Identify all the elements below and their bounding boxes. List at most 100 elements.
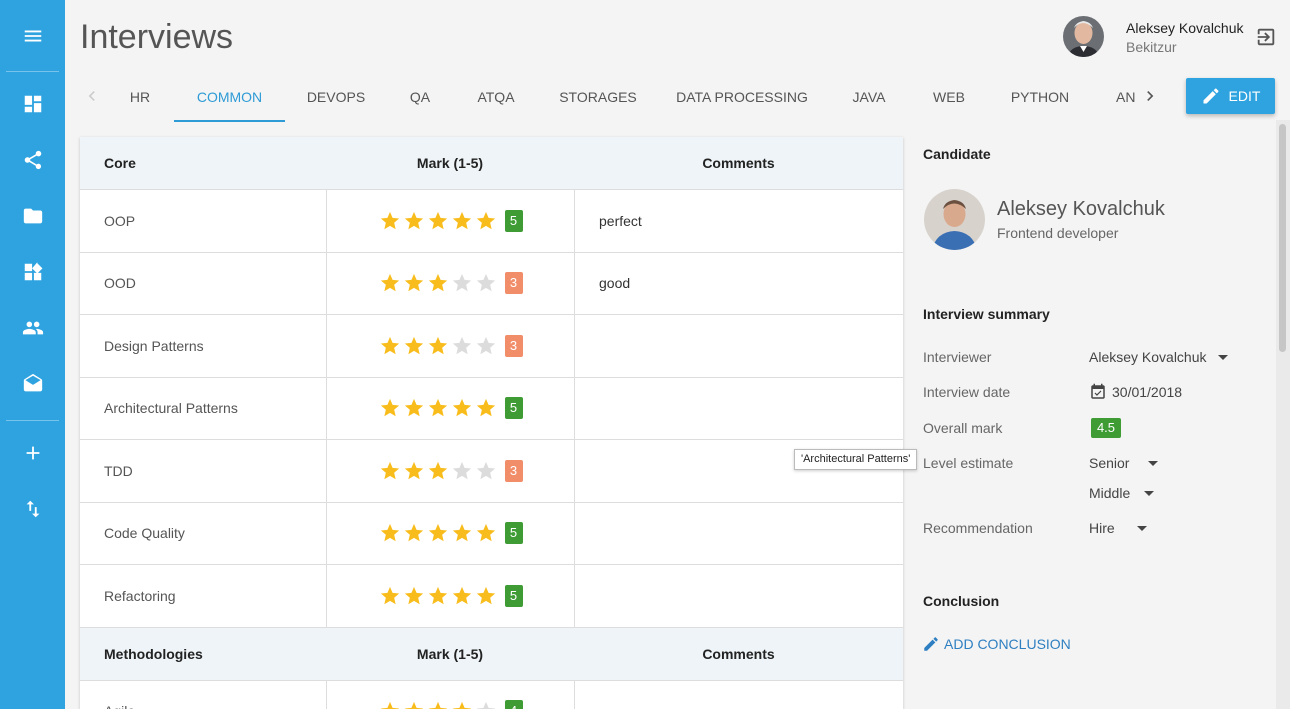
star-filled-icon[interactable] (427, 460, 449, 482)
interview-date-value: 30/01/2018 (1112, 384, 1183, 400)
star-filled-icon[interactable] (451, 397, 473, 419)
interviewer-select[interactable]: Aleksey Kovalchuk (1089, 349, 1228, 365)
tab-web[interactable]: WEB (928, 76, 970, 122)
tabs-scroll-right-icon[interactable] (1140, 86, 1160, 110)
add-conclusion-button[interactable]: ADD CONCLUSION (922, 635, 1071, 653)
star-filled-icon[interactable] (379, 522, 401, 544)
chevron-down-icon[interactable] (1148, 460, 1159, 466)
star-filled-icon[interactable] (403, 522, 425, 544)
scrollbar[interactable] (1276, 120, 1290, 709)
people-icon[interactable] (0, 308, 65, 348)
comment-cell[interactable] (574, 315, 903, 377)
interviewer-label: Interviewer (923, 349, 992, 365)
scrollbar-thumb[interactable] (1279, 124, 1286, 352)
star-filled-icon[interactable] (427, 210, 449, 232)
comment-cell[interactable] (574, 502, 903, 564)
tab-java[interactable]: JAVA (846, 76, 892, 122)
edit-button[interactable]: EDIT (1186, 78, 1275, 114)
menu-icon[interactable] (0, 16, 65, 56)
comment-cell[interactable]: good (574, 252, 903, 314)
star-filled-icon[interactable] (427, 585, 449, 607)
star-filled-icon[interactable] (451, 700, 473, 709)
star-empty-icon[interactable] (451, 335, 473, 357)
star-rating[interactable]: 3 (379, 459, 523, 482)
tab-devops[interactable]: DEVOPS (300, 76, 372, 122)
add-icon[interactable] (0, 433, 65, 473)
candidate-avatar[interactable] (924, 189, 985, 250)
tab-an[interactable]: AN (1116, 76, 1140, 122)
star-rating[interactable]: 4 (379, 700, 523, 709)
tab-atqa[interactable]: ATQA (470, 76, 522, 122)
star-filled-icon[interactable] (379, 272, 401, 294)
star-rating[interactable]: 5 (379, 584, 523, 607)
interview-date-field[interactable]: 30/01/2018 (1089, 383, 1182, 401)
star-filled-icon[interactable] (379, 210, 401, 232)
star-filled-icon[interactable] (451, 210, 473, 232)
tabs-scroll-left-icon[interactable] (82, 86, 102, 110)
recommendation-select[interactable]: Hire (1089, 520, 1147, 536)
star-filled-icon[interactable] (427, 397, 449, 419)
folder-icon[interactable] (0, 196, 65, 236)
star-filled-icon[interactable] (379, 335, 401, 357)
star-empty-icon[interactable] (451, 460, 473, 482)
chevron-down-icon[interactable] (1217, 354, 1228, 360)
user-avatar[interactable] (1063, 16, 1104, 57)
star-empty-icon[interactable] (475, 460, 497, 482)
star-rating[interactable]: 5 (379, 522, 523, 545)
tab-hr[interactable]: HR (116, 76, 164, 122)
drafts-icon[interactable] (0, 364, 65, 404)
star-empty-icon[interactable] (475, 335, 497, 357)
star-filled-icon[interactable] (403, 397, 425, 419)
import-export-icon[interactable] (0, 489, 65, 529)
star-empty-icon[interactable] (475, 700, 497, 709)
star-filled-icon[interactable] (475, 585, 497, 607)
comment-cell[interactable] (574, 680, 903, 709)
level-estimate-select-secondary[interactable]: Middle (1089, 485, 1155, 501)
tab-qa[interactable]: QA (402, 76, 438, 122)
sidebar-divider (6, 71, 59, 72)
dashboard-icon[interactable] (0, 84, 65, 124)
comment-cell[interactable] (574, 377, 903, 439)
star-filled-icon[interactable] (403, 272, 425, 294)
star-empty-icon[interactable] (451, 272, 473, 294)
star-filled-icon[interactable] (451, 522, 473, 544)
star-filled-icon[interactable] (403, 585, 425, 607)
star-filled-icon[interactable] (427, 522, 449, 544)
comment-cell[interactable] (574, 565, 903, 627)
star-filled-icon[interactable] (427, 700, 449, 709)
star-rating[interactable]: 5 (379, 397, 523, 420)
star-filled-icon[interactable] (451, 585, 473, 607)
star-filled-icon[interactable] (427, 272, 449, 294)
star-filled-icon[interactable] (403, 210, 425, 232)
star-filled-icon[interactable] (403, 460, 425, 482)
tab-common[interactable]: COMMON (174, 76, 285, 122)
star-filled-icon[interactable] (427, 335, 449, 357)
level-estimate-select-primary[interactable]: Senior (1089, 455, 1159, 471)
comment-cell[interactable]: perfect (574, 190, 903, 252)
tab-data-processing[interactable]: DATA PROCESSING (676, 76, 808, 122)
interview-date-label: Interview date (923, 384, 1011, 400)
star-rating[interactable]: 3 (379, 334, 523, 357)
star-filled-icon[interactable] (403, 335, 425, 357)
chevron-down-icon[interactable] (1136, 525, 1147, 531)
level-estimate-label: Level estimate (923, 455, 1014, 471)
chevron-down-icon[interactable] (1144, 490, 1155, 496)
star-filled-icon[interactable] (403, 700, 425, 709)
logout-icon[interactable] (1255, 26, 1277, 48)
share-icon[interactable] (0, 140, 65, 180)
star-filled-icon[interactable] (475, 397, 497, 419)
star-filled-icon[interactable] (379, 700, 401, 709)
widgets-icon[interactable] (0, 252, 65, 292)
star-filled-icon[interactable] (475, 210, 497, 232)
star-rating[interactable]: 3 (379, 272, 523, 295)
star-filled-icon[interactable] (475, 522, 497, 544)
star-filled-icon[interactable] (379, 460, 401, 482)
mark-badge: 3 (504, 459, 523, 482)
star-rating[interactable]: 5 (379, 209, 523, 232)
table-row: TDD 3 (80, 440, 903, 503)
star-filled-icon[interactable] (379, 397, 401, 419)
star-filled-icon[interactable] (379, 585, 401, 607)
tab-python[interactable]: PYTHON (1006, 76, 1074, 122)
star-empty-icon[interactable] (475, 272, 497, 294)
tab-storages[interactable]: STORAGES (554, 76, 642, 122)
